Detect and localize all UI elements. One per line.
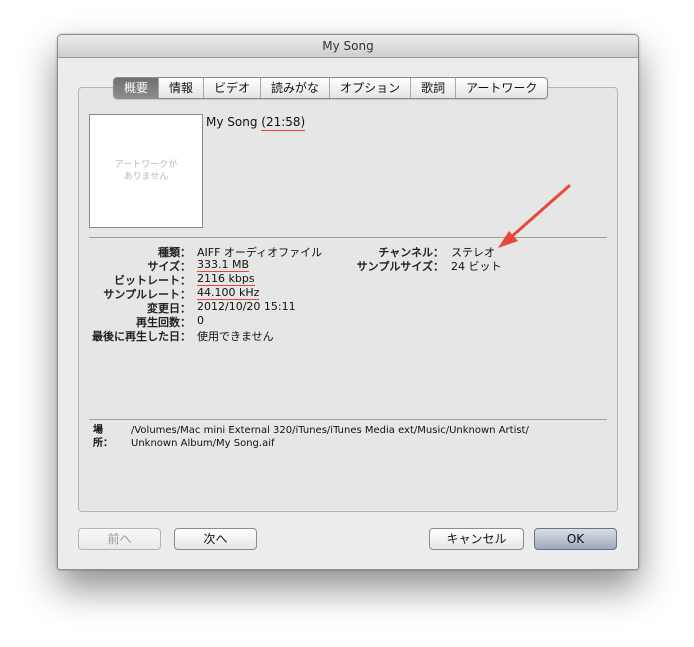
annotation-arrow-icon <box>498 184 571 248</box>
